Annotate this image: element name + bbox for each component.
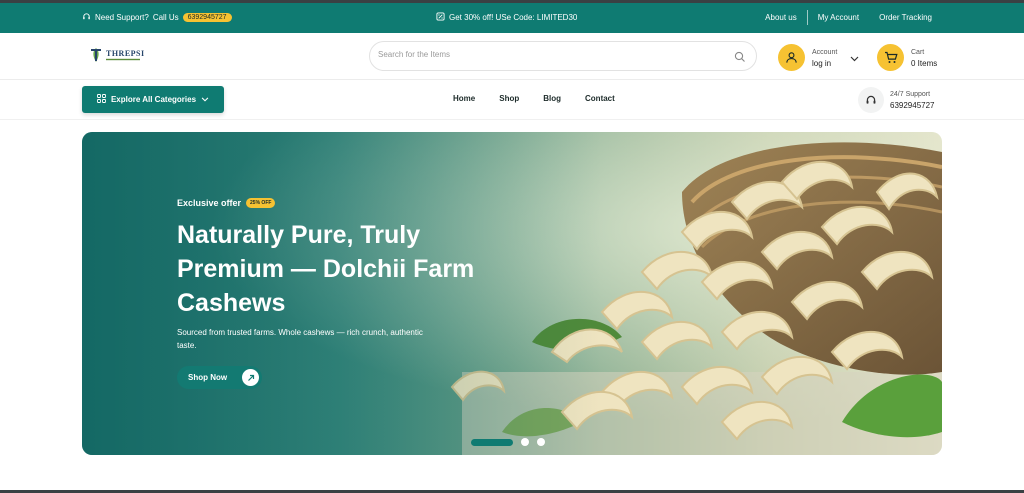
arrow-up-right-icon — [242, 369, 259, 386]
order-tracking-link[interactable]: Order Tracking — [869, 13, 942, 22]
discount-badge: 25% OFF — [246, 198, 276, 208]
about-us-link[interactable]: About us — [755, 13, 807, 22]
nav-blog[interactable]: Blog — [531, 94, 573, 103]
account-text: Account log in — [812, 47, 837, 69]
cart-icon — [877, 44, 904, 71]
promo-message: Get 30% off! USe Code: LIMITED30 — [436, 12, 577, 23]
logo-text: THREPSI — [106, 48, 145, 58]
cart-count: 0 Items — [911, 58, 938, 68]
slide-dot-active[interactable] — [471, 438, 513, 446]
account-label: Account — [812, 48, 838, 56]
cart-text: Cart 0 Items — [911, 47, 937, 69]
phone-badge[interactable]: 6392945727 — [182, 13, 232, 22]
nav-home[interactable]: Home — [441, 94, 487, 103]
promo-topbar: Need Support? Call Us 6392945727 Get 30%… — [0, 3, 1024, 33]
promo-text: Get 30% off! USe Code: LIMITED30 — [449, 13, 578, 22]
shop-now-button[interactable]: Shop Now — [177, 366, 262, 389]
hero-banner: Exclusive offer 25% OFF Naturally Pure, … — [82, 132, 942, 455]
slide-dot[interactable] — [537, 438, 545, 446]
navigation-row: Explore All Categories Home Shop Blog Co… — [0, 80, 1024, 120]
hero-description: Sourced from trusted farms. Whole cashew… — [177, 328, 423, 350]
logo-wordmark: THREPSI — [106, 49, 145, 62]
account-menu[interactable]: Account log in — [778, 44, 859, 71]
cart-label: Cart — [911, 48, 925, 56]
logo-mark — [91, 48, 101, 62]
cart-button[interactable]: Cart 0 Items — [877, 44, 937, 71]
logo[interactable]: THREPSI — [88, 46, 145, 64]
logo-tagline-line — [106, 58, 145, 62]
hero-title: Naturally Pure, Truly Premium — Dolchii … — [177, 221, 475, 317]
main-header: THREPSI Account log in Cart 0 Items — [0, 33, 1024, 80]
support-info: Need Support? Call Us 6392945727 — [82, 12, 232, 23]
offer-label: Exclusive offer — [177, 198, 242, 208]
nav-shop[interactable]: Shop — [487, 94, 531, 103]
slide-dot[interactable] — [521, 438, 529, 446]
account-value: log in — [812, 58, 832, 68]
headset-icon — [82, 12, 91, 23]
headset-icon — [858, 87, 884, 113]
search-input[interactable] — [378, 50, 718, 59]
support-helpline[interactable]: 24/7 Support 6392945727 — [858, 87, 935, 113]
helpline-label: 24/7 Support — [890, 90, 931, 98]
topbar-links: About us My Account Order Tracking — [755, 9, 942, 25]
explore-categories-button[interactable]: Explore All Categories — [82, 86, 224, 113]
helpline-number: 6392945727 — [890, 100, 935, 110]
chevron-down-icon[interactable] — [850, 49, 859, 67]
chevron-down-icon — [201, 95, 209, 104]
support-label: Need Support? — [95, 13, 149, 22]
user-icon — [778, 44, 805, 71]
grid-icon — [97, 94, 106, 105]
search-bar — [369, 41, 757, 71]
main-menu: Home Shop Blog Contact — [441, 94, 627, 103]
slider-dots — [471, 438, 545, 446]
explore-categories-label: Explore All Categories — [110, 95, 197, 104]
tag-icon — [436, 12, 445, 23]
shop-now-label: Shop Now — [188, 373, 228, 382]
nav-contact[interactable]: Contact — [573, 94, 627, 103]
search-icon[interactable] — [734, 50, 746, 68]
helpline-text: 24/7 Support 6392945727 — [890, 90, 935, 111]
my-account-link[interactable]: My Account — [808, 13, 869, 22]
call-label: Call Us — [152, 13, 179, 22]
exclusive-offer: Exclusive offer 25% OFF — [177, 198, 276, 208]
